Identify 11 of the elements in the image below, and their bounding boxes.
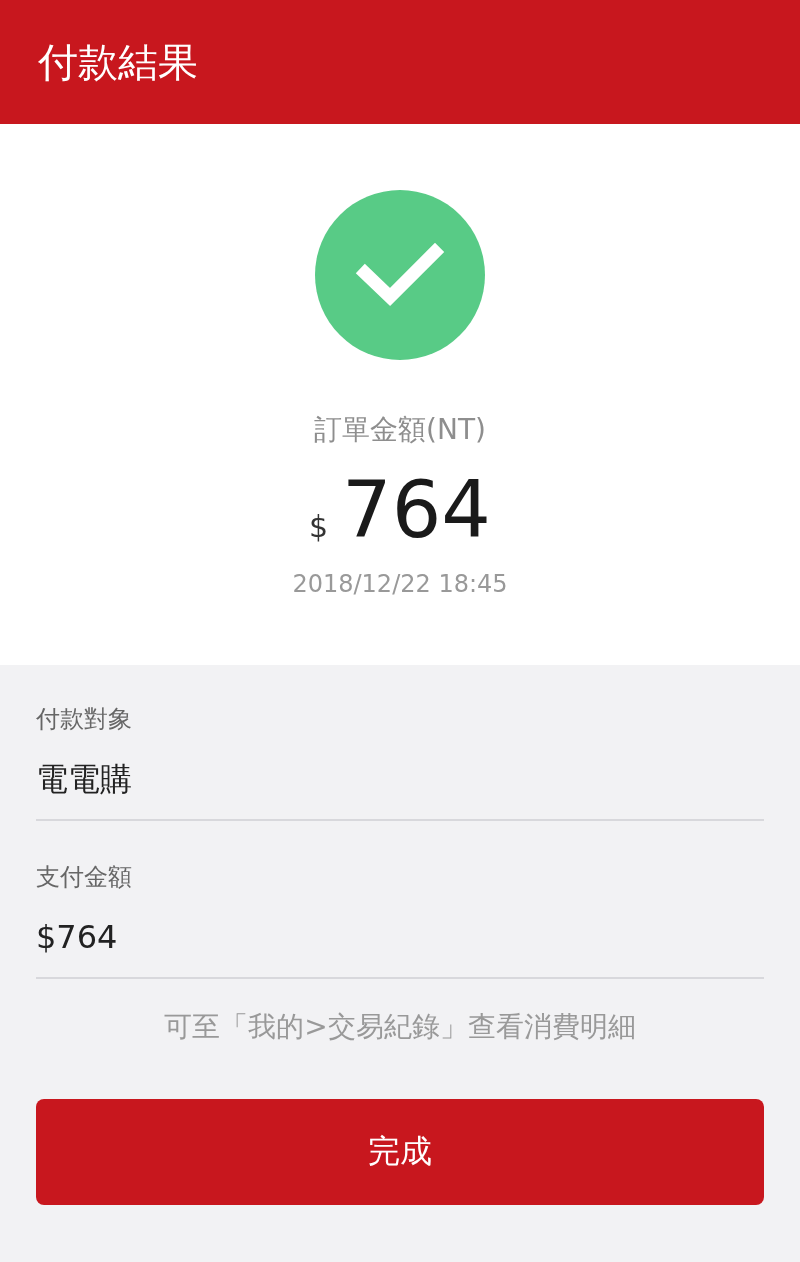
- payment-datetime: 2018/12/22 18:45: [292, 569, 508, 600]
- amount-label: 訂單金額(NT): [314, 412, 486, 448]
- done-button[interactable]: 完成: [36, 1099, 764, 1205]
- field-value: $764: [36, 917, 119, 958]
- field-label: 支付金額: [36, 862, 133, 893]
- order-amount: 764: [342, 464, 491, 557]
- field-value: 電電購: [36, 759, 133, 800]
- field-label: 付款對象: [36, 704, 133, 735]
- transaction-note: 可至「我的>交易紀錄」查看消費明細: [163, 1009, 637, 1045]
- currency-symbol: $: [309, 509, 329, 544]
- page-title: 付款結果: [38, 37, 198, 87]
